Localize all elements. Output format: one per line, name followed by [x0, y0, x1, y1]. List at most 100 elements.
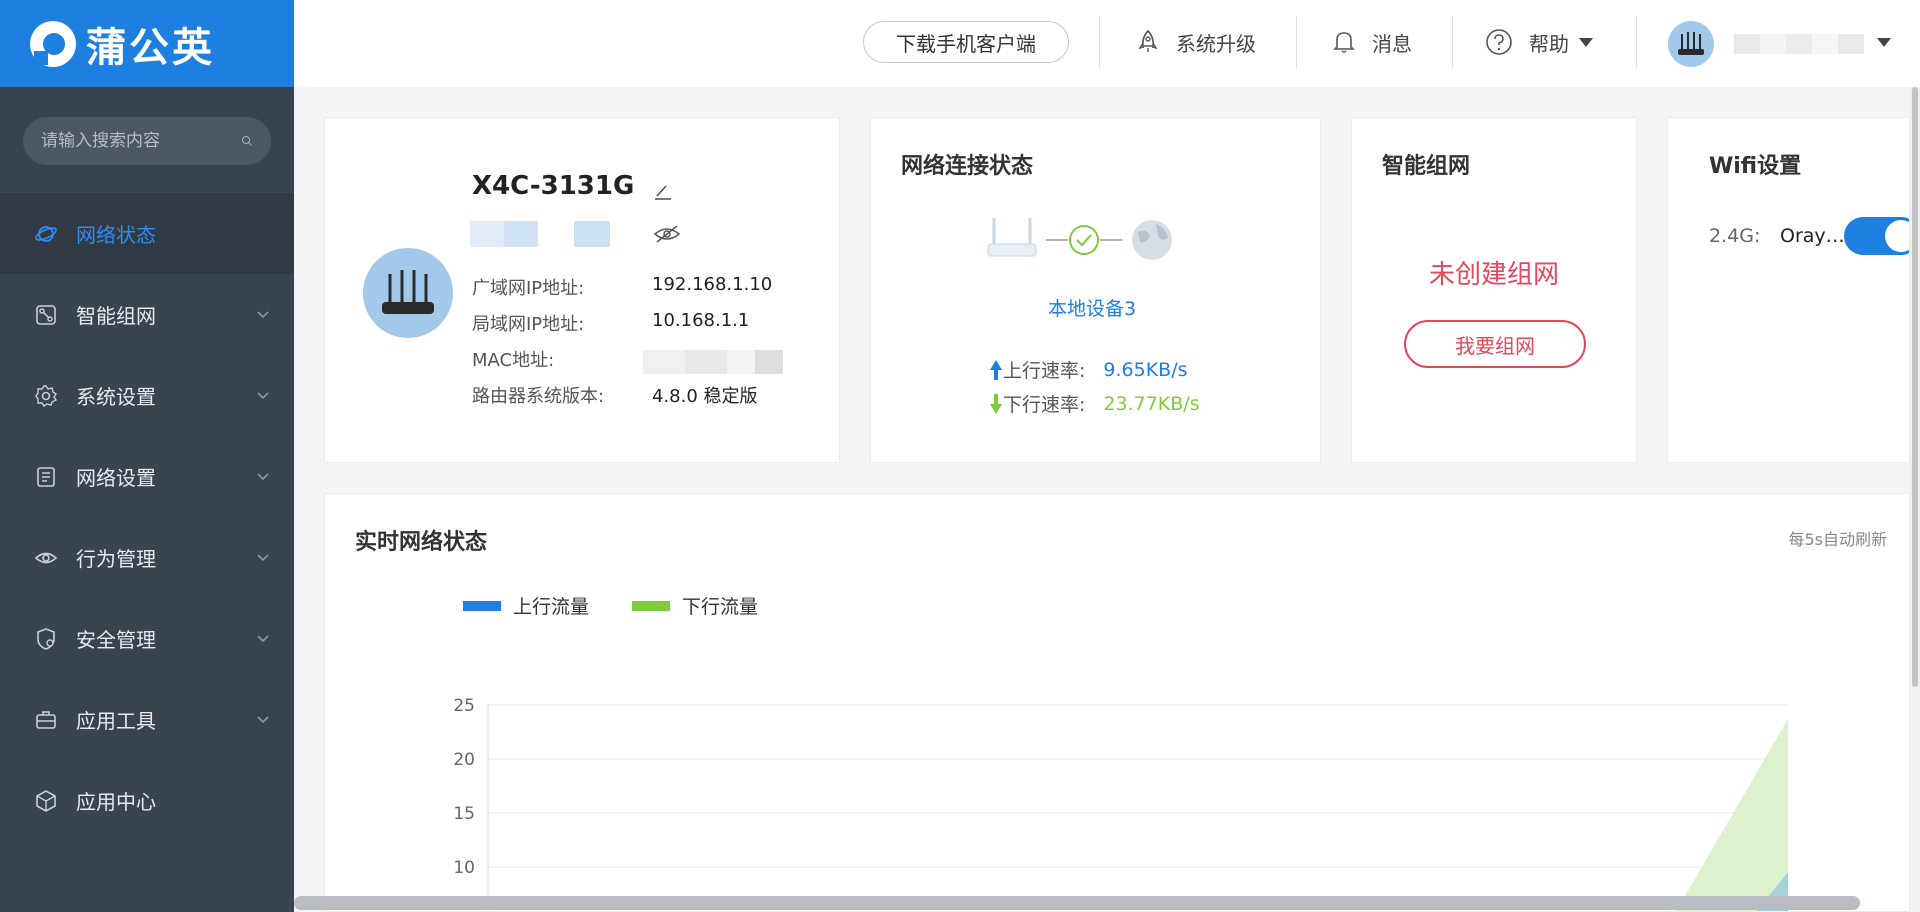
wifi-card: Wifi设置 2.4G: Oray… — [1667, 117, 1910, 463]
wan-ip-label: 广域网IP地址: — [472, 278, 585, 299]
create-mesh-button[interactable]: 我要组网 — [1404, 320, 1586, 368]
shield-gear-icon — [34, 627, 58, 651]
sidebar-item-tools[interactable]: 应用工具 — [0, 679, 294, 760]
local-device-link[interactable]: 本地设备3 — [1048, 294, 1136, 321]
router-icon — [1678, 32, 1704, 55]
upload-rate-row: 上行速率: 9.65KB/s — [989, 356, 1188, 383]
y-tick-label: 10 — [453, 858, 475, 878]
y-tick-label: 15 — [453, 804, 475, 824]
redacted-chip — [470, 221, 538, 247]
sidebar-item-label: 网络状态 — [76, 223, 156, 247]
wifi-band-label: 2.4G: — [1709, 225, 1761, 247]
device-name: X4C-3131G — [472, 171, 635, 201]
vertical-scrollbar[interactable] — [1910, 87, 1920, 912]
version-value: 4.8.0 稳定版 — [652, 386, 758, 407]
header-divider — [1636, 16, 1637, 68]
mesh-icon — [34, 303, 58, 327]
search-input[interactable] — [41, 131, 241, 151]
sidebar-nav: 网络状态 智能组网 系统设置 网络设置 行为管理 安全管理 应用工具 应用中心 — [0, 193, 294, 841]
help-dropdown[interactable]: 帮助 — [1485, 24, 1593, 60]
download-app-button[interactable]: 下载手机客户端 — [863, 21, 1069, 63]
chevron-down-icon — [257, 311, 269, 319]
briefcase-icon — [34, 708, 58, 732]
horizontal-scrollbar[interactable] — [294, 896, 1860, 910]
wifi-title: Wifi设置 — [1709, 154, 1802, 179]
cube-icon — [34, 789, 58, 813]
brand-header[interactable]: 蒲公英 — [0, 0, 294, 87]
sidebar-item-behavior[interactable]: 行为管理 — [0, 517, 294, 598]
sidebar-item-label: 应用中心 — [76, 790, 156, 814]
mesh-title: 智能组网 — [1382, 154, 1471, 179]
upload-rate-value: 9.65KB/s — [1103, 358, 1188, 381]
document-icon — [34, 465, 58, 489]
upload-rate-label: 上行速率: — [1003, 360, 1086, 382]
download-rate-value: 23.77KB/s — [1103, 392, 1200, 415]
system-upgrade-label: 系统升级 — [1176, 31, 1256, 56]
system-upgrade-link[interactable]: 系统升级 — [1136, 24, 1256, 60]
header-divider — [1452, 16, 1453, 68]
traffic-chart: 25 20 15 10 — [453, 696, 1788, 911]
sidebar-item-network-status[interactable]: 网络状态 — [0, 193, 294, 274]
messages-link[interactable]: 消息 — [1332, 24, 1412, 60]
mesh-status: 未创建组网 — [1428, 260, 1559, 290]
arrow-up-icon — [990, 359, 1002, 380]
edit-icon[interactable] — [652, 180, 674, 202]
y-tick-label: 20 — [453, 750, 475, 770]
mac-label: MAC地址: — [472, 350, 555, 371]
sidebar-item-label: 智能组网 — [76, 304, 156, 328]
realtime-network-card: 实时网络状态 每5s自动刷新 上行流量 下行流量 25 20 15 10 — [324, 493, 1910, 912]
header-divider — [1099, 16, 1100, 68]
network-status-card: 网络连接状态 本地设备3 上行速率: 9.65KB/s 下行速率: 23.77K… — [870, 117, 1321, 463]
dandelion-logo-icon — [30, 20, 76, 67]
planet-icon — [34, 222, 58, 246]
username-redacted[interactable] — [1734, 34, 1864, 54]
sidebar-item-mesh[interactable]: 智能组网 — [0, 274, 294, 355]
chevron-down-icon — [257, 392, 269, 400]
sidebar-item-system-settings[interactable]: 系统设置 — [0, 355, 294, 436]
mesh-card: 智能组网 未创建组网 我要组网 — [1351, 117, 1637, 463]
chevron-down-icon — [257, 635, 269, 643]
scrollbar-thumb[interactable] — [1912, 87, 1918, 687]
chevron-down-icon — [257, 554, 269, 562]
sidebar-item-security[interactable]: 安全管理 — [0, 598, 294, 679]
sidebar-item-label: 行为管理 — [76, 547, 156, 571]
help-label: 帮助 — [1529, 31, 1569, 56]
sidebar-item-app-center[interactable]: 应用中心 — [0, 760, 294, 841]
chevron-down-icon — [257, 473, 269, 481]
router-avatar — [363, 248, 453, 338]
download-rate-row: 下行速率: 23.77KB/s — [989, 390, 1200, 417]
rocket-icon — [1138, 29, 1158, 52]
router-device-icon — [987, 218, 1037, 257]
eye-icon — [34, 546, 58, 570]
sidebar-item-label: 应用工具 — [76, 709, 156, 733]
messages-label: 消息 — [1372, 31, 1412, 56]
gear-icon — [34, 384, 58, 408]
toggle-knob — [1885, 220, 1909, 252]
device-card: X4C-3131G 广域网IP地址: 192.168.1.10 局域网IP地址:… — [324, 117, 840, 463]
router-icon — [382, 270, 434, 314]
user-avatar[interactable] — [1668, 21, 1714, 67]
sidebar-item-label: 网络设置 — [76, 466, 156, 490]
sidebar-item-label: 安全管理 — [76, 628, 156, 652]
wifi-toggle[interactable] — [1844, 217, 1909, 255]
arrow-down-icon — [990, 393, 1002, 414]
lan-ip-value: 10.168.1.1 — [652, 310, 750, 331]
top-header: 下载手机客户端 系统升级 消息 帮助 — [294, 0, 1920, 87]
caret-down-icon[interactable] — [1877, 38, 1891, 47]
chevron-down-icon — [257, 716, 269, 724]
eye-off-icon[interactable] — [653, 223, 681, 245]
lan-ip-label: 局域网IP地址: — [472, 314, 585, 335]
download-rate-label: 下行速率: — [1003, 394, 1086, 416]
sidebar-item-label: 系统设置 — [76, 385, 156, 409]
wifi-ssid: Oray… — [1780, 225, 1845, 247]
sidebar: 蒲公英 网络状态 智能组网 系统设置 网络设置 行为管理 — [0, 0, 294, 912]
caret-down-icon — [1579, 37, 1593, 47]
brand-name: 蒲公英 — [86, 24, 215, 71]
globe-icon — [1132, 220, 1172, 260]
sidebar-item-network-settings[interactable]: 网络设置 — [0, 436, 294, 517]
header-divider — [1296, 16, 1297, 68]
redacted-chip — [574, 221, 610, 247]
wan-ip-value: 192.168.1.10 — [652, 274, 773, 295]
search-box — [23, 117, 271, 165]
search-icon[interactable] — [241, 130, 253, 152]
